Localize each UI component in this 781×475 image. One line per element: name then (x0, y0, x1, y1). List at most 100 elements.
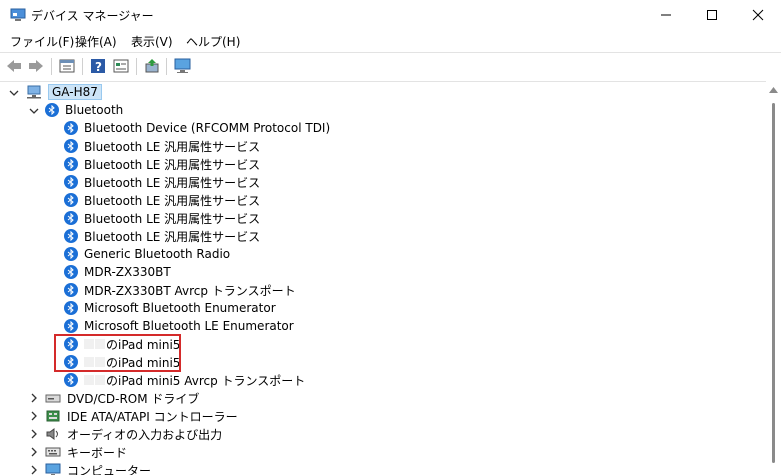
vertical-scrollbar[interactable] (766, 81, 781, 475)
bluetooth-icon (64, 247, 78, 261)
bluetooth-icon (64, 319, 78, 333)
device-label: Bluetooth LE 汎用属性サービス (84, 211, 261, 226)
bluetooth-icon (45, 103, 59, 117)
device-label: Bluetooth LE 汎用属性サービス (84, 139, 261, 154)
window-title: デバイス マネージャー (31, 9, 154, 23)
forward-arrow-icon (29, 60, 43, 72)
device-item[interactable]: Bluetooth Device (RFCOMM Protocol TDI) (64, 119, 330, 137)
minimize-icon (661, 14, 671, 16)
update-driver-icon (145, 59, 159, 73)
device-label: Microsoft Bluetooth Enumerator (84, 301, 276, 315)
device-label: Bluetooth Device (RFCOMM Protocol TDI) (84, 121, 331, 135)
device-item[interactable]: Bluetooth LE 汎用属性サービス (64, 173, 260, 191)
maximize-button[interactable] (689, 0, 735, 30)
speaker-icon (46, 428, 58, 440)
close-button[interactable] (735, 0, 781, 30)
scroll-up-icon[interactable] (769, 87, 778, 93)
menu-bar: ファイル(F) 操作(A) 表示(V) ヘルプ(H) (0, 30, 781, 52)
scrollbar-thumb[interactable] (772, 103, 775, 463)
tree-root[interactable]: GA-H87 (26, 83, 102, 101)
device-item[interactable]: MDR-ZX330BT (64, 263, 171, 281)
bluetooth-icon (64, 283, 78, 297)
chevron-right-icon[interactable] (29, 411, 39, 421)
back-arrow-icon (7, 60, 21, 72)
chevron-down-icon[interactable] (9, 88, 19, 98)
toolbar: ? (0, 52, 781, 82)
category-ide[interactable]: IDE ATA/ATAPI コントローラー (45, 407, 238, 425)
chevron-down-icon[interactable] (29, 106, 39, 116)
monitor-icon (174, 58, 191, 73)
device-label: のiPad mini5 Avrcp トランスポート (106, 373, 306, 388)
category-label: DVD/CD-ROM ドライブ (67, 391, 200, 406)
maximize-icon (707, 10, 717, 20)
device-item[interactable]: Generic Bluetooth Radio (64, 245, 230, 263)
device-label: Bluetooth LE 汎用属性サービス (84, 157, 261, 172)
chevron-right-icon[interactable] (29, 465, 39, 475)
view-button[interactable] (112, 57, 130, 75)
bluetooth-icon (64, 373, 78, 387)
title-bar: デバイス マネージャー (0, 0, 781, 30)
menu-action[interactable]: 操作(A) (75, 33, 117, 50)
device-label: Generic Bluetooth Radio (84, 247, 231, 261)
device-item[interactable]: Bluetooth LE 汎用属性サービス (64, 191, 260, 209)
device-manager-icon (10, 8, 26, 21)
category-dvd[interactable]: DVD/CD-ROM ドライブ (45, 389, 199, 407)
help-button[interactable]: ? (89, 57, 107, 75)
toolbar-separator (82, 58, 83, 75)
device-label: Bluetooth LE 汎用属性サービス (84, 229, 261, 244)
menu-view[interactable]: 表示(V) (131, 33, 173, 50)
properties-button[interactable] (58, 57, 76, 75)
device-item[interactable]: Bluetooth LE 汎用属性サービス (64, 227, 260, 245)
category-label: オーディオの入力および出力 (67, 427, 223, 442)
chevron-right-icon[interactable] (29, 447, 39, 457)
device-item[interactable]: Microsoft Bluetooth Enumerator (64, 299, 276, 317)
computer-network-icon (27, 85, 41, 99)
view-icon (113, 59, 129, 73)
bluetooth-icon (64, 139, 78, 153)
root-label: GA-H87 (48, 84, 102, 100)
device-label: MDR-ZX330BT Avrcp トランスポート (84, 283, 296, 298)
menu-help[interactable]: ヘルプ(H) (186, 33, 240, 50)
bluetooth-icon (64, 301, 78, 315)
menu-file[interactable]: ファイル(F) (10, 33, 74, 50)
bluetooth-icon (64, 229, 78, 243)
highlight-box (54, 334, 181, 372)
device-item[interactable]: Microsoft Bluetooth LE Enumerator (64, 317, 294, 335)
device-tree: GA-H87 Bluetooth Bluetooth Device (RFCOM… (0, 81, 766, 475)
device-label: MDR-ZX330BT (84, 265, 171, 279)
bluetooth-icon (64, 121, 78, 135)
dvd-drive-icon (45, 394, 61, 403)
device-item[interactable]: のiPad mini5 Avrcp トランスポート (64, 371, 305, 389)
category-label: コンピューター (67, 463, 152, 475)
toolbar-separator (136, 58, 137, 75)
device-item[interactable]: Bluetooth LE 汎用属性サービス (64, 155, 260, 173)
properties-icon (59, 59, 75, 73)
svg-text:?: ? (95, 60, 102, 74)
category-keyboard[interactable]: キーボード (45, 443, 127, 461)
chevron-right-icon[interactable] (29, 393, 39, 403)
bluetooth-icon (64, 193, 78, 207)
chevron-right-icon[interactable] (29, 429, 39, 439)
category-bluetooth[interactable]: Bluetooth (45, 101, 123, 119)
device-label: Bluetooth LE 汎用属性サービス (84, 175, 261, 190)
close-icon (752, 9, 764, 21)
toolbar-separator (166, 58, 167, 75)
minimize-button[interactable] (643, 0, 689, 30)
category-computer[interactable]: コンピューター (45, 461, 151, 475)
device-item[interactable]: MDR-ZX330BT Avrcp トランスポート (64, 281, 296, 299)
back-button[interactable] (5, 57, 23, 75)
forward-button[interactable] (27, 57, 45, 75)
computer-icon (45, 463, 61, 475)
category-label: キーボード (67, 445, 128, 460)
bluetooth-icon (64, 211, 78, 225)
update-driver-button[interactable] (143, 57, 161, 75)
keyboard-icon (45, 447, 61, 457)
scan-hardware-button[interactable] (174, 57, 192, 75)
device-item[interactable]: Bluetooth LE 汎用属性サービス (64, 137, 260, 155)
device-label: Microsoft Bluetooth LE Enumerator (84, 319, 294, 333)
category-label: Bluetooth (65, 103, 124, 117)
device-item[interactable]: Bluetooth LE 汎用属性サービス (64, 209, 260, 227)
help-icon: ? (91, 59, 105, 74)
toolbar-separator (51, 58, 52, 75)
category-audio[interactable]: オーディオの入力および出力 (45, 425, 222, 443)
